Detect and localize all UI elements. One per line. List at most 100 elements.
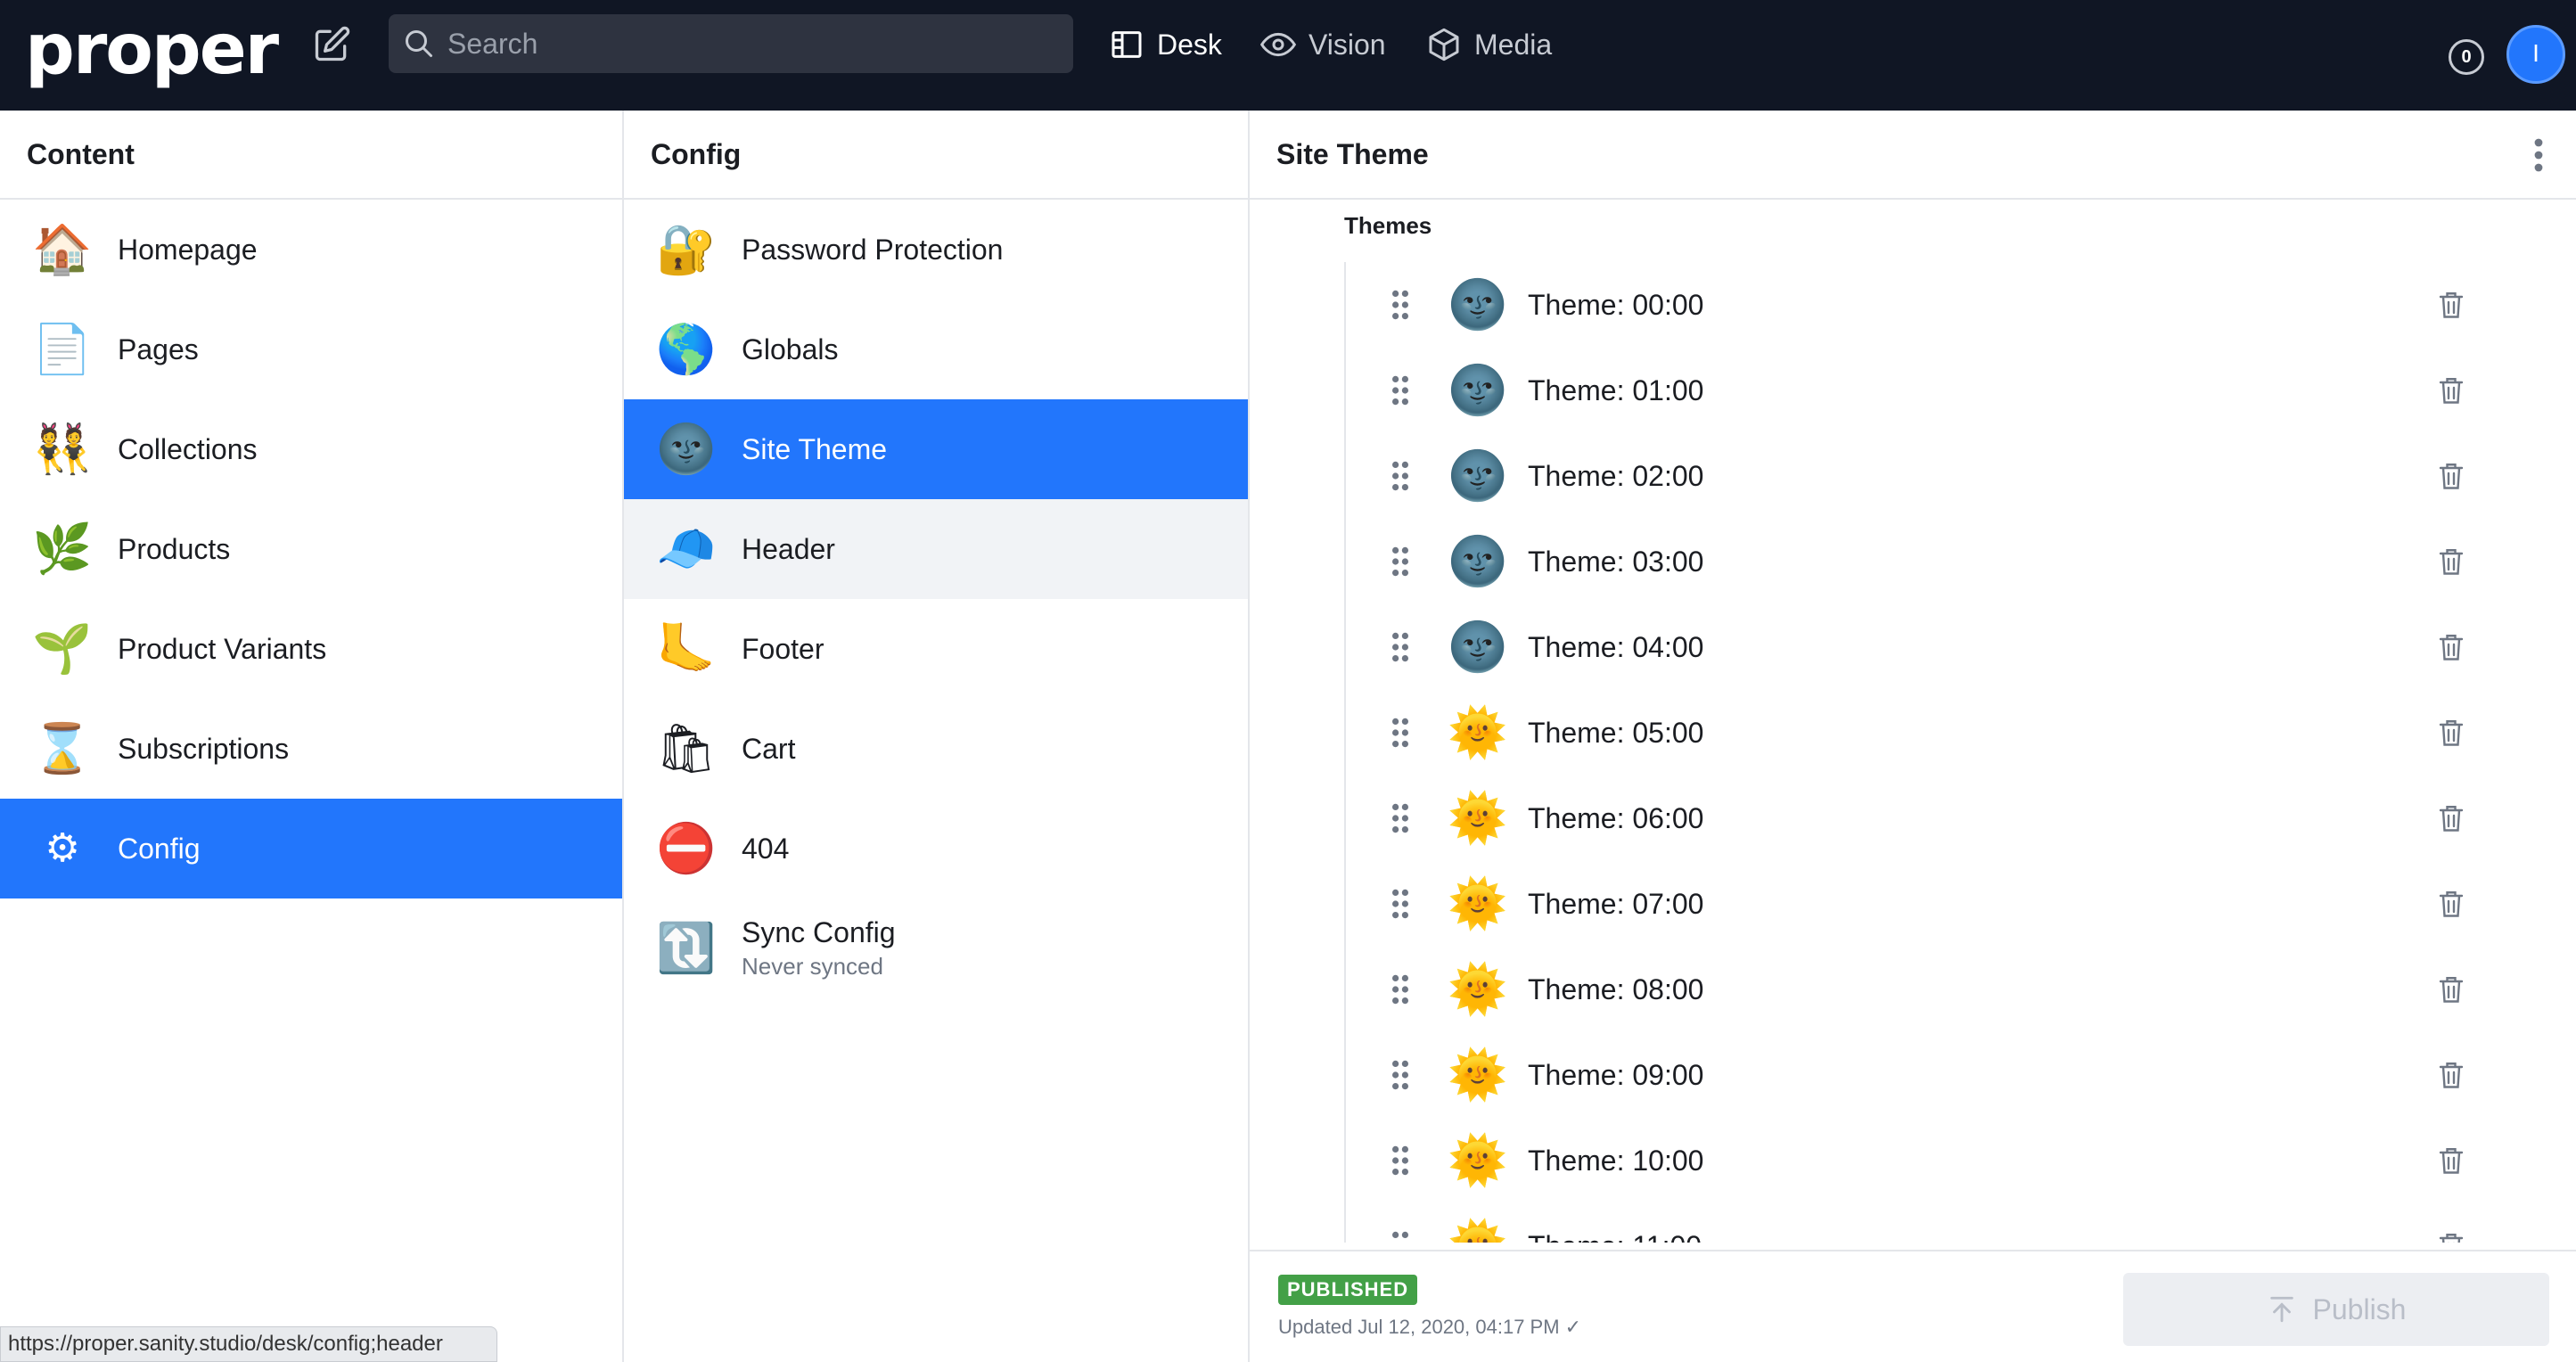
trash-icon[interactable]	[2435, 373, 2467, 408]
content-item-product-variants[interactable]: 🌱 Product Variants	[0, 599, 622, 699]
logo[interactable]: proper	[25, 5, 279, 103]
theme-row[interactable]: 🌚 Theme: 03:00	[1346, 519, 2503, 604]
new-moon-face-icon: 🌚	[1448, 449, 1508, 503]
theme-row[interactable]: 🌚 Theme: 01:00	[1346, 348, 2503, 433]
drag-handle-icon[interactable]	[1391, 1145, 1410, 1177]
theme-row[interactable]: 🌞 Theme: 06:00	[1346, 775, 2503, 861]
status-bar-url: https://proper.sanity.studio/desk/config…	[0, 1326, 497, 1362]
drag-handle-icon[interactable]	[1391, 802, 1410, 834]
config-item-header[interactable]: 🧢 Header	[624, 499, 1248, 599]
updated-timestamp: Updated Jul 12, 2020, 04:17 PM ✓	[1278, 1316, 1582, 1338]
config-item-404[interactable]: ⛔ 404	[624, 799, 1248, 898]
sun-face-icon: 🌞	[1448, 877, 1508, 931]
content-item-label: Product Variants	[118, 632, 327, 665]
content-item-config[interactable]: ⚙ Config	[0, 799, 622, 898]
new-moon-face-icon: 🌚	[1448, 364, 1508, 417]
config-item-label: Globals	[742, 332, 839, 365]
trash-icon[interactable]	[2435, 1228, 2467, 1243]
config-list: 🔐 Password Protection 🌎 Globals 🌚 Site T…	[624, 200, 1248, 998]
drag-handle-icon[interactable]	[1391, 973, 1410, 1005]
content-list: 🏠 Homepage 📄 Pages 👯 Collections 🌿 Produ…	[0, 200, 622, 898]
config-item-label: 404	[742, 832, 790, 865]
config-item-label: Footer	[742, 632, 824, 665]
theme-row[interactable]: 🌞 Theme: 11:00	[1346, 1203, 2503, 1243]
trash-icon[interactable]	[2435, 1143, 2467, 1178]
config-item-password-protection[interactable]: 🔐 Password Protection	[624, 200, 1248, 299]
theme-row[interactable]: 🌞 Theme: 05:00	[1346, 690, 2503, 775]
config-item-cart[interactable]: 🛍 Cart	[624, 699, 1248, 799]
search-placeholder: Search	[447, 28, 538, 60]
globe-icon: 🌎	[656, 323, 717, 376]
theme-row[interactable]: 🌞 Theme: 10:00	[1346, 1118, 2503, 1203]
drag-handle-icon[interactable]	[1391, 289, 1410, 321]
trash-icon[interactable]	[2435, 800, 2467, 836]
trash-icon[interactable]	[2435, 287, 2467, 323]
theme-row[interactable]: 🌞 Theme: 08:00	[1346, 947, 2503, 1032]
sun-face-icon: 🌞	[1448, 1218, 1507, 1243]
desk-icon	[1112, 31, 1142, 58]
sun-face-icon: 🌞	[1448, 706, 1508, 759]
theme-label: Theme: 05:00	[1528, 716, 1704, 749]
tool-media[interactable]: Media	[1426, 25, 1552, 64]
drag-handle-icon[interactable]	[1391, 717, 1410, 749]
new-moon-face-icon: 🌚	[1448, 535, 1508, 588]
trash-icon[interactable]	[2435, 886, 2467, 922]
content-item-label: Pages	[118, 332, 199, 365]
kebab-menu-icon[interactable]	[2533, 137, 2544, 173]
theme-label: Theme: 06:00	[1528, 801, 1704, 834]
content-pane-title: Content	[0, 111, 622, 200]
trash-icon[interactable]	[2435, 544, 2467, 579]
trash-icon[interactable]	[2435, 715, 2467, 751]
content-item-products[interactable]: 🌿 Products	[0, 499, 622, 599]
content-item-subscriptions[interactable]: ⌛ Subscriptions	[0, 699, 622, 799]
content-item-label: Config	[118, 832, 201, 865]
drag-handle-icon[interactable]	[1391, 1230, 1410, 1243]
publish-button[interactable]: Publish	[2123, 1273, 2549, 1346]
sun-face-icon: 🌞	[1448, 1048, 1508, 1102]
document-footer: PUBLISHED Updated Jul 12, 2020, 04:17 PM…	[1250, 1250, 2576, 1362]
config-item-footer[interactable]: 🦶 Footer	[624, 599, 1248, 699]
trash-icon[interactable]	[2435, 458, 2467, 494]
theme-label: Theme: 07:00	[1528, 887, 1704, 920]
content-item-homepage[interactable]: 🏠 Homepage	[0, 200, 622, 299]
tool-vision-label: Vision	[1309, 28, 1386, 61]
drag-handle-icon[interactable]	[1391, 460, 1410, 492]
theme-row[interactable]: 🌚 Theme: 00:00	[1346, 262, 2503, 348]
search-input[interactable]: Search	[389, 14, 1073, 73]
theme-row[interactable]: 🌞 Theme: 09:00	[1346, 1032, 2503, 1118]
top-navbar: proper Search Desk Vision Media 0 I	[0, 0, 2576, 111]
config-item-site-theme[interactable]: 🌚 Site Theme	[624, 399, 1248, 499]
trash-icon[interactable]	[2435, 972, 2467, 1007]
content-pane: Content 🏠 Homepage 📄 Pages 👯 Collections…	[0, 111, 624, 1362]
sun-face-icon: 🌞	[1448, 963, 1508, 1016]
drag-handle-icon[interactable]	[1391, 546, 1410, 578]
drag-handle-icon[interactable]	[1391, 631, 1410, 663]
theme-row[interactable]: 🌚 Theme: 04:00	[1346, 604, 2503, 690]
content-item-collections[interactable]: 👯 Collections	[0, 399, 622, 499]
user-avatar[interactable]: I	[2506, 25, 2565, 84]
dancers-icon: 👯	[32, 423, 93, 476]
no-entry-icon: ⛔	[656, 822, 717, 875]
seedling-icon: 🌱	[32, 622, 93, 676]
drag-handle-icon[interactable]	[1391, 1059, 1410, 1091]
trash-icon[interactable]	[2435, 629, 2467, 665]
config-item-label: Password Protection	[742, 233, 1004, 266]
content-item-pages[interactable]: 📄 Pages	[0, 299, 622, 399]
tool-desk[interactable]: Desk	[1109, 25, 1222, 64]
theme-row[interactable]: 🌚 Theme: 02:00	[1346, 433, 2503, 519]
tool-vision[interactable]: Vision	[1260, 25, 1386, 64]
house-icon: 🏠	[32, 223, 93, 276]
publish-icon	[2269, 1296, 2293, 1323]
trash-icon[interactable]	[2435, 1057, 2467, 1093]
config-item-globals[interactable]: 🌎 Globals	[624, 299, 1248, 399]
theme-label: Theme: 09:00	[1528, 1058, 1704, 1091]
tool-media-label: Media	[1474, 28, 1553, 61]
theme-row[interactable]: 🌞 Theme: 07:00	[1346, 861, 2503, 947]
notifications-badge[interactable]: 0	[2449, 39, 2484, 75]
config-item-label: Cart	[742, 732, 796, 765]
config-item-sync-config[interactable]: 🔃 Sync Config Never synced	[624, 898, 1248, 998]
sun-face-icon: 🌞	[1448, 1134, 1508, 1187]
compose-icon[interactable]	[312, 25, 351, 64]
drag-handle-icon[interactable]	[1391, 374, 1410, 406]
drag-handle-icon[interactable]	[1391, 888, 1410, 920]
